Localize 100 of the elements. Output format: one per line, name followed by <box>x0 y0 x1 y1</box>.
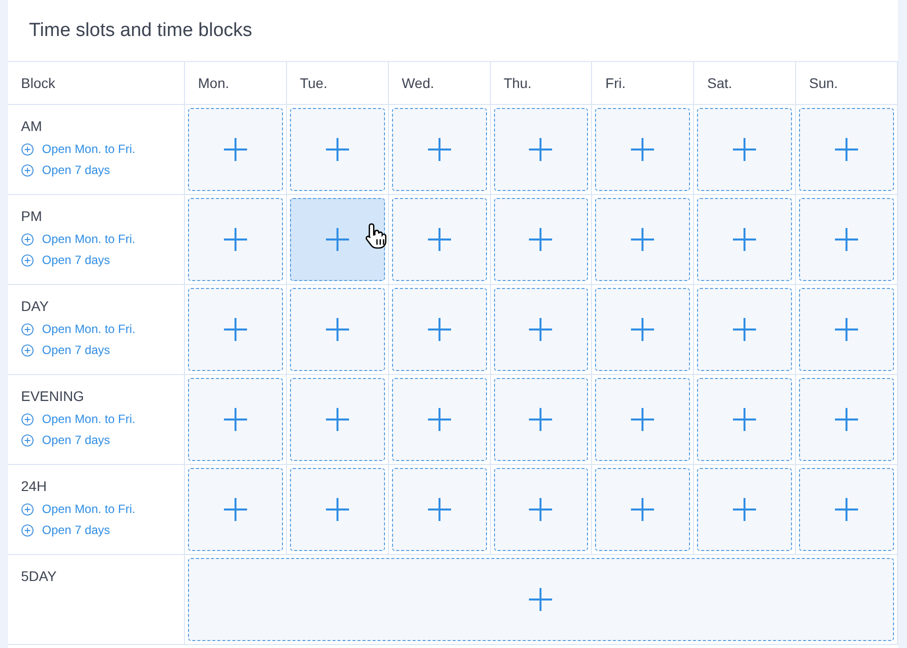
plus-icon <box>528 587 554 612</box>
block-label: EVENING <box>21 388 86 404</box>
add-slot-button[interactable] <box>494 198 588 281</box>
add-slot-button[interactable] <box>188 198 283 281</box>
add-slot-button[interactable] <box>188 108 283 191</box>
plus-icon <box>732 497 758 522</box>
add-slot-button[interactable] <box>494 468 588 551</box>
open-link[interactable]: Open 7 days <box>21 433 110 447</box>
block-label: 24H <box>21 478 48 494</box>
plus-icon <box>630 317 656 342</box>
plus-icon <box>528 137 554 162</box>
add-slot-button[interactable] <box>188 288 283 371</box>
plus-icon <box>222 227 248 252</box>
column-header: Wed. <box>402 75 434 91</box>
open-link[interactable]: Open Mon. to Fri. <box>21 232 136 246</box>
add-slot-button[interactable] <box>697 288 792 371</box>
plus-icon <box>324 137 350 162</box>
add-slot-button[interactable] <box>799 198 894 281</box>
plus-icon <box>426 137 452 162</box>
add-slot-button[interactable] <box>290 198 385 281</box>
add-slot-button[interactable] <box>697 468 792 551</box>
plus-icon <box>222 497 248 522</box>
hand-cursor-icon <box>364 221 389 251</box>
add-slot-button[interactable] <box>595 468 690 551</box>
plus-icon <box>834 137 860 162</box>
add-circle-icon <box>21 344 34 356</box>
add-slot-button[interactable] <box>290 288 385 371</box>
column-header: Fri. <box>605 75 626 91</box>
add-slot-button[interactable] <box>290 108 385 191</box>
open-link[interactable]: Open Mon. to Fri. <box>21 412 136 426</box>
column-header: Sat. <box>707 75 732 91</box>
plus-icon <box>528 407 554 432</box>
block-label: PM <box>21 208 43 224</box>
plus-icon <box>834 317 860 342</box>
add-circle-icon <box>21 142 34 156</box>
plus-icon <box>426 407 452 432</box>
panel-title: Time slots and time blocks <box>29 20 252 42</box>
block-label: 5DAY <box>21 568 58 584</box>
add-slot-button[interactable] <box>392 198 487 281</box>
block-label: AM <box>21 118 43 134</box>
plus-icon <box>630 137 656 162</box>
add-slot-button[interactable] <box>290 468 385 551</box>
plus-icon <box>834 227 860 252</box>
open-link[interactable]: Open 7 days <box>21 343 110 357</box>
plus-icon <box>630 497 656 522</box>
column-header: Sun. <box>809 75 838 91</box>
open-link[interactable]: Open 7 days <box>21 523 110 537</box>
plus-icon <box>732 317 758 342</box>
add-circle-icon <box>21 232 34 246</box>
add-circle-icon <box>21 502 34 516</box>
block-label: DAY <box>21 298 50 314</box>
add-slot-button[interactable] <box>392 468 487 551</box>
add-slot-button[interactable] <box>494 288 588 371</box>
plus-icon <box>834 497 860 522</box>
add-slot-button[interactable] <box>392 108 487 191</box>
add-slot-button[interactable] <box>595 198 690 281</box>
open-link[interactable]: Open Mon. to Fri. <box>21 142 136 156</box>
add-slot-button[interactable] <box>799 378 894 461</box>
add-slot-button[interactable] <box>697 108 792 191</box>
plus-icon <box>222 137 248 162</box>
plus-icon <box>426 227 452 252</box>
open-link[interactable]: Open Mon. to Fri. <box>21 502 136 516</box>
add-circle-icon <box>21 434 34 446</box>
add-slot-button[interactable] <box>595 378 690 461</box>
add-slot-button[interactable] <box>494 108 588 191</box>
add-slot-button[interactable] <box>595 288 690 371</box>
plus-icon <box>222 407 248 432</box>
plus-icon <box>324 497 350 522</box>
plus-icon <box>426 497 452 522</box>
plus-icon <box>630 227 656 252</box>
column-header: Thu. <box>504 75 532 91</box>
add-slot-button[interactable] <box>188 468 283 551</box>
plus-icon <box>528 227 554 252</box>
add-slot-button[interactable] <box>799 468 894 551</box>
plus-icon <box>426 317 452 342</box>
add-slot-button[interactable] <box>392 378 487 461</box>
column-header: Block <box>21 75 56 91</box>
open-link[interactable]: Open Mon. to Fri. <box>21 322 136 336</box>
plus-icon <box>324 227 350 252</box>
add-slot-button[interactable] <box>494 378 588 461</box>
add-slot-button[interactable] <box>697 198 792 281</box>
plus-icon <box>528 497 554 522</box>
plus-icon <box>324 407 350 432</box>
add-circle-icon <box>21 164 34 176</box>
add-slot-button[interactable] <box>799 288 894 371</box>
add-circle-icon <box>21 254 34 266</box>
column-header: Tue. <box>300 75 328 91</box>
plus-icon <box>324 317 350 342</box>
add-circle-icon <box>21 322 34 336</box>
add-slot-button[interactable] <box>595 108 690 191</box>
open-link[interactable]: Open 7 days <box>21 253 110 267</box>
add-slot-button[interactable] <box>392 288 487 371</box>
plus-icon <box>732 137 758 162</box>
add-slot-button[interactable] <box>290 378 385 461</box>
add-slot-button[interactable] <box>799 108 894 191</box>
plus-icon <box>528 317 554 342</box>
add-slot-button[interactable] <box>697 378 792 461</box>
plus-icon <box>732 407 758 432</box>
open-link[interactable]: Open 7 days <box>21 163 110 177</box>
add-slot-button[interactable] <box>188 378 283 461</box>
